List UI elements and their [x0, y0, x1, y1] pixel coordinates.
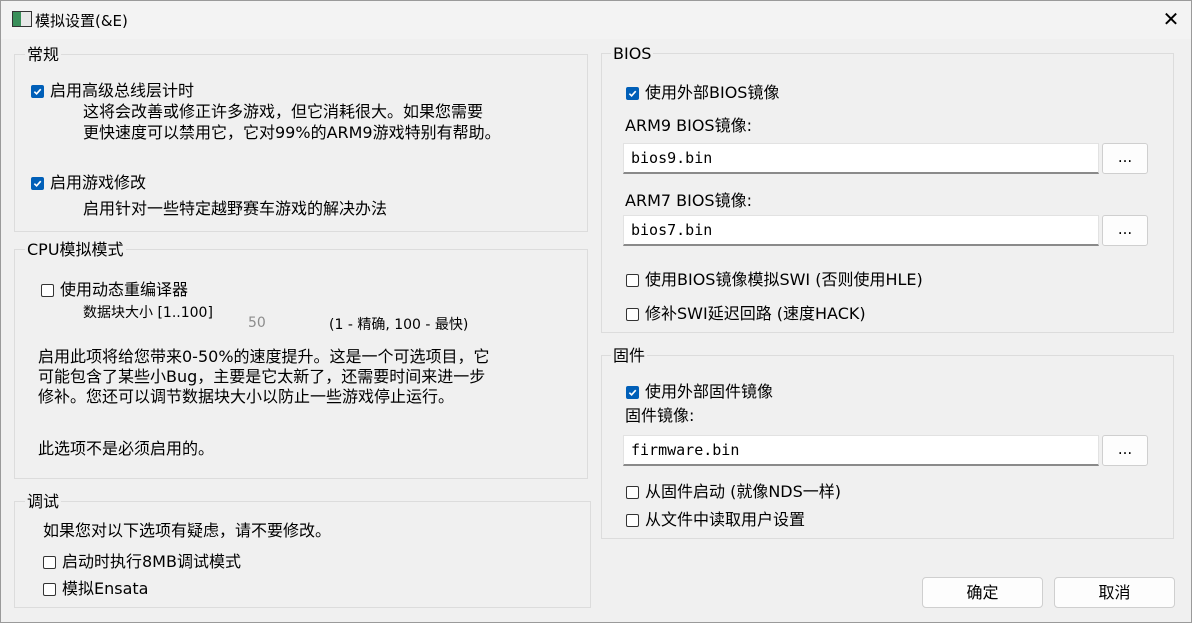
cpu-group-label: CPU模拟模式 [25, 240, 126, 259]
ok-button[interactable]: 确定 [922, 577, 1043, 608]
block-size-hint: (1 - 精确, 100 - 最快) [329, 317, 469, 333]
ensata-label: 模拟Ensata [62, 579, 149, 598]
app-icon [12, 11, 32, 27]
swi-emulation-checkbox[interactable]: 使用BIOS镜像模拟SWI (否则使用HLE) [626, 270, 923, 290]
arm7-bios-label: ARM7 BIOS镜像: [625, 191, 752, 210]
ensata-checkbox[interactable]: 模拟Ensata [43, 579, 148, 599]
checkbox-unchecked-icon [626, 273, 639, 287]
general-group-label: 常规 [25, 45, 62, 64]
game-hacks-checkbox[interactable]: 启用游戏修改 [31, 173, 146, 193]
bus-timing-desc-1: 这将会改善或修正许多游戏，但它消耗很大。如果您需要 [83, 102, 484, 121]
cpu-desc-3: 修补。您还可以调节数据块大小以防止一些游戏停止运行。 [38, 387, 455, 406]
debug-8mb-checkbox[interactable]: 启动时执行8MB调试模式 [43, 552, 241, 572]
swi-emulation-label: 使用BIOS镜像模拟SWI (否则使用HLE) [645, 270, 923, 289]
cpu-desc-2: 可能包含了某些小Bug，主要是它太新了，还需要时间来进一步 [38, 367, 486, 386]
arm7-browse-button[interactable]: ... [1102, 215, 1148, 246]
checkbox-checked-icon [31, 84, 44, 98]
dynarec-label: 使用动态重编译器 [60, 280, 189, 299]
checkbox-unchecked-icon [43, 555, 56, 569]
bios-group-label: BIOS [611, 44, 654, 63]
checkbox-unchecked-icon [41, 283, 54, 297]
swi-patch-label: 修补SWI延迟回路 (速度HACK) [645, 304, 866, 323]
block-size-label: 数据块大小 [1..100] [83, 305, 213, 321]
debug-8mb-label: 启动时执行8MB调试模式 [62, 552, 241, 571]
game-hacks-label: 启用游戏修改 [50, 173, 147, 192]
checkbox-checked-icon [31, 176, 44, 190]
checkbox-unchecked-icon [43, 582, 56, 596]
firmware-image-input[interactable]: firmware.bin [623, 435, 1099, 466]
window-title: 模拟设置(&E) [35, 12, 128, 30]
firmware-browse-button[interactable]: ... [1102, 435, 1148, 466]
debug-group-label: 调试 [25, 492, 62, 511]
use-external-firmware-checkbox[interactable]: 使用外部固件镜像 [626, 382, 773, 402]
checkbox-unchecked-icon [626, 307, 639, 321]
cpu-desc-1: 启用此项将给您带来0-50%的速度提升。这是一个可选项目，它 [38, 347, 490, 366]
firmware-group-label: 固件 [611, 346, 648, 365]
cpu-desc-4: 此选项不是必须启用的。 [38, 439, 215, 458]
settings-dialog: 模拟设置(&E) ✕ 常规 启用高级总线层计时 这将会改善或修正许多游戏，但它消… [0, 0, 1192, 623]
boot-from-firmware-checkbox[interactable]: 从固件启动 (就像NDS一样) [626, 482, 841, 502]
dynarec-checkbox[interactable]: 使用动态重编译器 [41, 280, 188, 300]
checkbox-unchecked-icon [626, 513, 639, 527]
swi-patch-checkbox[interactable]: 修补SWI延迟回路 (速度HACK) [626, 304, 866, 324]
read-user-settings-label: 从文件中读取用户设置 [645, 510, 806, 529]
bus-timing-desc-2: 更快速度可以禁用它，它对99%的ARM9游戏特别有帮助。 [83, 123, 501, 142]
bus-timing-checkbox[interactable]: 启用高级总线层计时 [31, 81, 194, 101]
firmware-image-label: 固件镜像: [625, 406, 695, 425]
read-user-settings-checkbox[interactable]: 从文件中读取用户设置 [626, 510, 805, 530]
game-hacks-desc: 启用针对一些特定越野赛车游戏的解决办法 [83, 199, 388, 218]
debug-warning: 如果您对以下选项有疑虑，请不要修改。 [43, 521, 332, 540]
cancel-button[interactable]: 取消 [1054, 577, 1175, 608]
use-external-bios-label: 使用外部BIOS镜像 [645, 83, 780, 102]
block-size-input[interactable]: 50 [246, 310, 318, 336]
use-external-firmware-label: 使用外部固件镜像 [645, 382, 774, 401]
close-icon[interactable]: ✕ [1159, 7, 1183, 31]
arm9-browse-button[interactable]: ... [1102, 143, 1148, 174]
arm7-bios-input[interactable]: bios7.bin [623, 215, 1099, 246]
title-bar: 模拟设置(&E) ✕ [1, 1, 1191, 39]
checkbox-unchecked-icon [626, 485, 639, 499]
use-external-bios-checkbox[interactable]: 使用外部BIOS镜像 [626, 83, 779, 103]
boot-from-firmware-label: 从固件启动 (就像NDS一样) [645, 482, 842, 501]
checkbox-checked-icon [626, 385, 639, 399]
arm9-bios-input[interactable]: bios9.bin [623, 143, 1099, 174]
arm9-bios-label: ARM9 BIOS镜像: [625, 116, 752, 135]
bus-timing-label: 启用高级总线层计时 [50, 81, 195, 100]
checkbox-checked-icon [626, 86, 639, 100]
